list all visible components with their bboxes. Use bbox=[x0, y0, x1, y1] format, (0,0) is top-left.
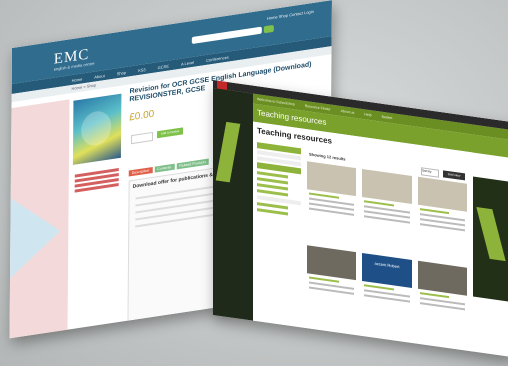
tab-description[interactable]: Description bbox=[128, 167, 153, 177]
nav-item[interactable]: GCSE bbox=[158, 63, 169, 70]
nav-item[interactable]: Home bbox=[72, 76, 83, 83]
quantity-field[interactable] bbox=[131, 131, 154, 145]
card-thumbnail bbox=[417, 260, 467, 296]
teaching-resources-screenshot: Welcome to Schoolshop Resource Finder Ab… bbox=[213, 80, 508, 358]
product-price: £0.00 bbox=[129, 108, 155, 124]
emc-top-links[interactable]: Home Shop Contact Login bbox=[267, 9, 314, 21]
results-count: Showing 12 results bbox=[309, 151, 346, 162]
decorative-triangle bbox=[9, 190, 61, 279]
nav-item[interactable]: About bbox=[94, 73, 104, 80]
card-thumbnail bbox=[362, 168, 412, 204]
search-button[interactable] bbox=[263, 24, 274, 34]
nav-item[interactable]: Resource Finder bbox=[305, 104, 331, 112]
nav-item[interactable]: Basket bbox=[382, 115, 393, 121]
resource-card[interactable] bbox=[307, 161, 357, 246]
tab-related[interactable]: Related Products bbox=[176, 158, 210, 170]
filter-sidebar bbox=[257, 142, 301, 220]
nav-item[interactable]: About us bbox=[341, 109, 355, 115]
nav-item[interactable]: A Level bbox=[181, 59, 194, 66]
grid-view-button[interactable]: Grid view bbox=[443, 170, 465, 181]
resource-grid: accent Robert bbox=[307, 161, 467, 345]
tab-contents[interactable]: Contents bbox=[154, 163, 175, 173]
card-thumbnail bbox=[307, 245, 357, 281]
resource-card[interactable] bbox=[417, 176, 467, 262]
add-to-basket-button[interactable]: Add to basket bbox=[157, 127, 184, 139]
product-cover-image bbox=[72, 93, 122, 165]
filter-link[interactable] bbox=[257, 208, 288, 216]
related-links[interactable] bbox=[74, 166, 119, 193]
content-area: Teaching resources Showing 12 results So… bbox=[253, 121, 473, 352]
resource-card[interactable]: accent Robert bbox=[362, 252, 412, 338]
resource-card[interactable] bbox=[307, 245, 357, 330]
card-thumbnail bbox=[307, 161, 357, 197]
sort-select[interactable]: Sort by bbox=[421, 167, 439, 178]
search-input[interactable] bbox=[191, 26, 262, 45]
nav-item[interactable]: Help bbox=[364, 112, 371, 117]
nav-item[interactable]: KS3 bbox=[138, 66, 146, 72]
card-thumbnail-text: accent Robert bbox=[362, 252, 412, 288]
card-thumbnail bbox=[417, 176, 467, 212]
resource-card[interactable] bbox=[362, 168, 412, 254]
resource-card[interactable] bbox=[417, 260, 467, 346]
nav-item[interactable]: Shop bbox=[117, 69, 126, 75]
